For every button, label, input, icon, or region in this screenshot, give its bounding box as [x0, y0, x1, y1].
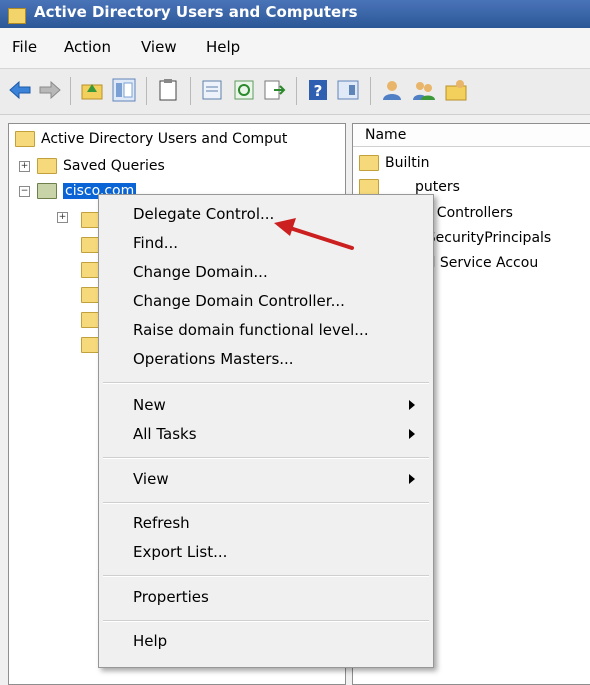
- toolbar-separator: [370, 77, 371, 105]
- title-bar: Active Directory Users and Computers: [0, 0, 590, 28]
- annotation-arrow-icon: [274, 218, 354, 250]
- menu-item-raise-functional-level[interactable]: Raise domain functional level...: [133, 317, 369, 343]
- menu-separator: [103, 575, 429, 577]
- export-icon[interactable]: [262, 78, 286, 102]
- menu-item-export-list[interactable]: Export List...: [133, 539, 227, 565]
- menu-item-new[interactable]: New: [133, 392, 166, 418]
- toolbar-separator: [190, 77, 191, 105]
- clipboard-icon[interactable]: [156, 78, 180, 102]
- column-header-name[interactable]: Name: [353, 124, 590, 147]
- refresh-icon[interactable]: [232, 78, 256, 102]
- menu-item-view[interactable]: View: [133, 466, 169, 492]
- svg-text:?: ?: [314, 82, 323, 100]
- folder-icon: [359, 179, 379, 195]
- app-icon: [8, 8, 26, 24]
- menu-separator: [103, 457, 429, 459]
- properties-icon[interactable]: [200, 78, 224, 102]
- menu-item-find[interactable]: Find...: [133, 230, 178, 256]
- window-title: Active Directory Users and Computers: [34, 3, 358, 21]
- menu-file[interactable]: File: [12, 38, 37, 56]
- users-icon[interactable]: [412, 78, 436, 102]
- tree-item-label: Saved Queries: [63, 158, 165, 174]
- tree-item-saved-queries[interactable]: Saved Queries: [37, 155, 165, 177]
- up-folder-icon[interactable]: [80, 78, 104, 102]
- menu-separator: [103, 502, 429, 504]
- menu-item-operations-masters[interactable]: Operations Masters...: [133, 346, 294, 372]
- back-icon[interactable]: [8, 78, 32, 102]
- toolbar: ?: [0, 69, 590, 115]
- tree-item-label: Active Directory Users and Comput: [41, 131, 288, 147]
- submenu-arrow-icon: [409, 474, 415, 484]
- toolbar-separator: [146, 77, 147, 105]
- list-item-label: Builtin: [385, 155, 430, 171]
- menu-item-change-domain-controller[interactable]: Change Domain Controller...: [133, 288, 345, 314]
- menu-item-help[interactable]: Help: [133, 628, 167, 654]
- collapse-icon[interactable]: −: [19, 186, 30, 197]
- folder-icon: [37, 158, 57, 174]
- expand-icon[interactable]: +: [19, 161, 30, 172]
- toolbar-separator: [70, 77, 71, 105]
- menu-separator: [103, 382, 429, 384]
- snapin-icon: [15, 131, 35, 147]
- menu-item-change-domain[interactable]: Change Domain...: [133, 259, 268, 285]
- expand-icon[interactable]: +: [57, 212, 68, 223]
- toolbar-separator: [296, 77, 297, 105]
- menu-item-properties[interactable]: Properties: [133, 584, 209, 610]
- menu-bar: File Action View Help: [0, 28, 590, 69]
- folder-icon: [359, 155, 379, 171]
- forward-icon[interactable]: [38, 78, 62, 102]
- menu-separator: [103, 620, 429, 622]
- group-icon[interactable]: [444, 78, 468, 102]
- menu-action[interactable]: Action: [64, 38, 111, 56]
- list-item[interactable]: Builtin: [359, 152, 430, 174]
- column-header-label: Name: [365, 127, 407, 143]
- list-item-label: puters: [415, 179, 460, 195]
- tree-item-root[interactable]: Active Directory Users and Comput: [15, 128, 287, 150]
- menu-help[interactable]: Help: [206, 38, 240, 56]
- details-icon[interactable]: [336, 78, 360, 102]
- help-icon[interactable]: ?: [306, 78, 330, 102]
- context-menu: Delegate Control... Find... Change Domai…: [98, 194, 434, 668]
- show-tree-icon[interactable]: [112, 78, 136, 102]
- menu-view[interactable]: View: [141, 38, 177, 56]
- domain-icon: [37, 183, 57, 199]
- menu-item-delegate-control[interactable]: Delegate Control...: [133, 201, 274, 227]
- menu-item-all-tasks[interactable]: All Tasks: [133, 421, 197, 447]
- submenu-arrow-icon: [409, 400, 415, 410]
- submenu-arrow-icon: [409, 429, 415, 439]
- user-icon[interactable]: [380, 78, 404, 102]
- menu-item-refresh[interactable]: Refresh: [133, 510, 190, 536]
